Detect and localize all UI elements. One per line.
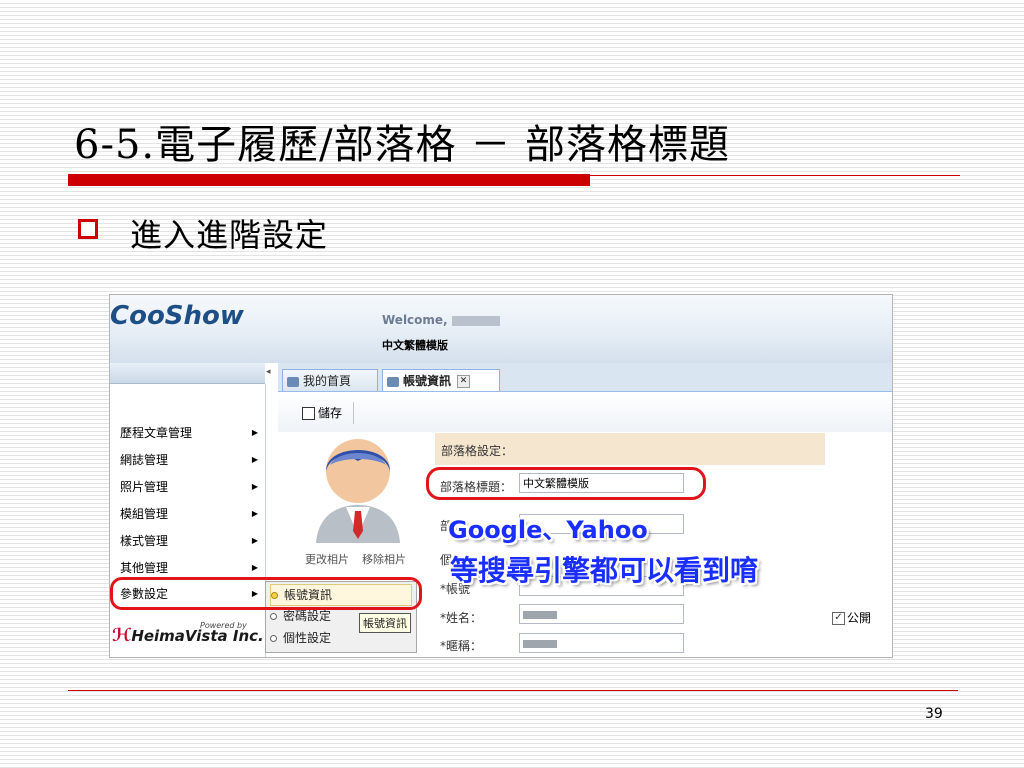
close-icon[interactable]: ✕ [457,375,471,388]
sidebar-item-article[interactable]: 歷程文章管理 ▶ [120,423,260,443]
arrow-right-icon: ▶ [251,563,258,572]
sidebar-item-photo[interactable]: 照片管理 ▶ [120,477,260,497]
sidebar-item-label: 樣式管理 [120,534,169,548]
sidebar-header [110,363,265,384]
public-label: 公開 [847,611,872,625]
blurred-value [523,611,557,619]
delete-photo-link[interactable]: 移除相片 [362,551,406,567]
sidebar-item-label: 照片管理 [120,480,169,494]
submenu-label: 密碼設定 [283,609,332,623]
disk-icon [302,407,315,420]
arrow-right-icon: ▶ [251,536,258,545]
tab-label: 我的首頁 [303,374,352,388]
sidebar-item-label: 網誌管理 [120,453,169,467]
sidebar-item-module[interactable]: 模組管理 ▶ [120,504,260,524]
arrow-right-icon: ▶ [251,482,258,491]
checkmark-icon: ✓ [832,612,845,625]
sidebar: 歷程文章管理 ▶ 網誌管理 ▶ 照片管理 ▶ 模組管理 ▶ 樣式管理 ▶ 其他管理 ▶ 參數… [110,384,266,657]
nickname-label: *暱稱： [440,639,483,653]
arrow-right-icon: ▶ [251,509,258,518]
tab-account-info[interactable]: 帳號資訊 ✕ [382,369,500,391]
save-button[interactable]: 儲存 [302,404,342,421]
page-number: 39 [925,706,943,722]
username-blurred [451,315,500,326]
sidebar-item-label: 歷程文章管理 [120,426,193,440]
home-icon [287,376,299,387]
site-name: 中文繁體模版 [382,339,448,352]
annotation-line-1: Google、Yahoo [448,516,648,544]
tab-strip: 我的首頁 帳號資訊 ✕ [278,363,892,392]
arrow-right-icon: ▶ [251,428,258,437]
avatar-person-icon [316,439,400,543]
public-checkbox[interactable]: ✓ 公開 [832,609,871,626]
save-label: 儲存 [318,406,343,420]
section-title: 部落格設定： [441,444,514,458]
welcome-text: Welcome, [382,313,500,327]
bullet-dot-icon [270,635,277,642]
title-underline [68,174,590,186]
toolbar: 儲存 [278,392,892,432]
toolbar-separator [353,402,354,424]
avatar [308,435,408,543]
arrow-right-icon: ▶ [251,455,258,464]
change-photo-link[interactable]: 更改相片 [305,551,349,567]
sidebar-item-label: 模組管理 [120,507,169,521]
sidebar-item-style[interactable]: 樣式管理 ▶ [120,531,260,551]
annotation-line-2: 等搜尋引擎都可以看到唷 [450,554,759,587]
tab-label: 帳號資訊 [403,374,452,388]
highlight-ring-settings [110,577,422,610]
slide-title: 6-5.電子履歷/部落格 － 部落格標題 [74,122,731,168]
name-label: *姓名： [440,611,483,625]
company-name: HeimaVista Inc. [131,627,264,645]
app-logo: CooShow [110,301,244,331]
collapse-arrow-icon[interactable]: ◂ [266,367,271,377]
title-underline-thin [590,175,960,176]
blog-settings-header: 部落格設定： [435,433,825,465]
blurred-value [523,640,557,648]
sidebar-item-label: 其他管理 [120,561,169,575]
tab-home[interactable]: 我的首頁 [282,369,378,391]
company-logo: ℋHeimaVista Inc. [112,625,264,646]
nickname-input[interactable] [519,633,684,653]
sidebar-item-blog[interactable]: 網誌管理 ▶ [120,450,260,470]
home-icon [387,376,399,387]
submenu-label: 個性設定 [283,631,332,645]
welcome-label: Welcome, [382,313,448,327]
highlight-ring-blog-title [426,467,706,500]
footer-rule [68,690,958,691]
bullet-text: 進入進階設定 [130,216,329,254]
bullet-square-icon [78,219,98,239]
bullet-dot-icon [270,613,277,620]
name-input[interactable] [519,604,684,624]
sidebar-item-other[interactable]: 其他管理 ▶ [120,558,260,578]
tooltip: 帳號資訊 [359,613,411,633]
app-header: CooShow Welcome, 中文繁體模版 [110,295,892,363]
heimavista-logo-icon: ℋ [112,625,132,646]
